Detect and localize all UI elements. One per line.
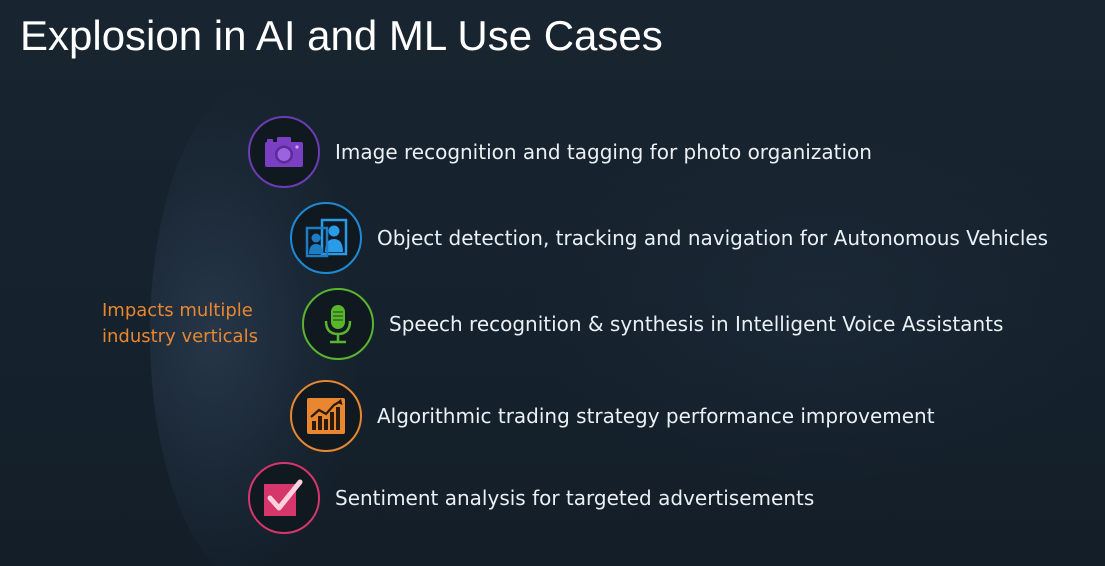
use-case-label: Image recognition and tagging for photo …	[335, 140, 872, 164]
use-case-icon-circle	[302, 288, 374, 360]
use-case-icon-circle	[248, 462, 320, 534]
impact-note-line-2: industry verticals	[102, 326, 258, 347]
slide-title: Explosion in AI and ML Use Cases	[20, 12, 663, 59]
use-case-icon-circle	[248, 116, 320, 188]
impact-note-line-1: Impacts multiple	[102, 300, 253, 321]
slide: Explosion in AI and ML Use Cases Impacts…	[0, 0, 1105, 566]
use-case-label: Algorithmic trading strategy performance…	[377, 404, 935, 428]
checkbox-check-icon	[262, 478, 306, 518]
trending-chart-icon	[306, 397, 346, 435]
use-case-label: Speech recognition & synthesis in Intell…	[389, 312, 1004, 336]
use-case-label: Sentiment analysis for targeted advertis…	[335, 486, 815, 510]
use-case-icon-circle	[290, 202, 362, 274]
use-case-icon-circle	[290, 380, 362, 452]
camera-icon	[264, 136, 304, 168]
people-frame-icon	[304, 218, 348, 258]
use-case-label: Object detection, tracking and navigatio…	[377, 226, 1049, 250]
impact-note: Impacts multiple industry verticals	[102, 298, 258, 350]
microphone-icon	[323, 304, 353, 344]
